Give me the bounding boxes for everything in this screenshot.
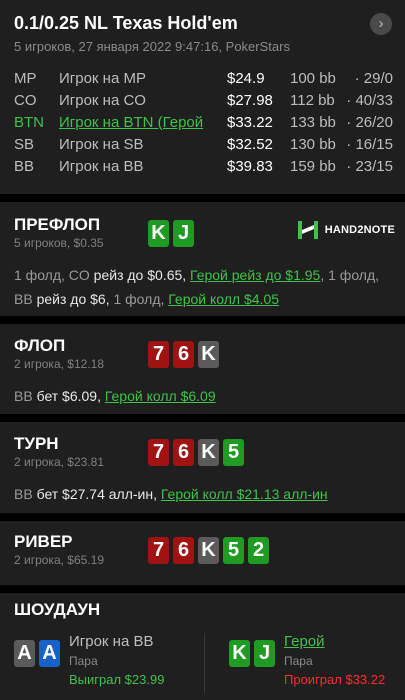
board-cards: 76K xyxy=(148,341,219,368)
showdown-left-cards: AA xyxy=(14,640,60,667)
playing-card: K xyxy=(198,537,219,564)
board-cards: 76K5 xyxy=(148,439,244,466)
player-name: Игрок на CO xyxy=(59,92,146,109)
player-name: Игрок на SB xyxy=(59,136,144,153)
playing-card: 7 xyxy=(148,537,169,564)
hero-action-link[interactable]: Герой рейз до $1.95 xyxy=(190,267,320,283)
showdown-divider xyxy=(204,633,205,693)
action-text: бет $6.09, xyxy=(32,388,105,404)
action-text: BB xyxy=(14,388,33,404)
board-cards: KJ xyxy=(148,220,194,247)
action-text: 1 фолд, xyxy=(14,267,69,283)
preflop-actions: 1 фолд, CO рейз до $0.65, Герой рейз до … xyxy=(14,263,395,311)
player-row: BB Игрок на BB $39.83 159 bb · 23/15 xyxy=(0,158,405,180)
hero-action-link[interactable]: Герой колл $4.05 xyxy=(168,291,279,307)
player-position: MP xyxy=(14,70,37,87)
showdown-right-cards: KJ xyxy=(229,640,275,667)
playing-card: 6 xyxy=(173,341,194,368)
player-stats: · 16/15 xyxy=(346,136,393,153)
street-subtitle: 2 игрока, $23.81 xyxy=(14,455,104,469)
flop-actions: BB бет $6.09, Герой колл $6.09 xyxy=(14,384,395,408)
board-cards: 76K52 xyxy=(148,537,269,564)
showdown-left-result: Выиграл $23.99 xyxy=(69,672,165,687)
player-position: BB xyxy=(14,158,35,175)
playing-card: J xyxy=(254,640,275,667)
player-name[interactable]: Игрок на BTN (Герой xyxy=(59,114,203,131)
player-stats: · 40/33 xyxy=(346,92,393,109)
player-row: MP Игрок на MP $24.9 100 bb · 29/0 xyxy=(0,70,405,92)
playing-card: A xyxy=(39,640,60,667)
player-row: BTN Игрок на BTN (Герой $33.22 133 bb · 26/2… xyxy=(0,114,405,136)
playing-card: K xyxy=(198,341,219,368)
turn-actions: BB бет $27.74 алл-ин, Герой колл $21.13 … xyxy=(14,482,395,506)
player-stack: $32.52 xyxy=(227,136,273,153)
player-stats: · 26/20 xyxy=(346,114,393,131)
player-name: Игрок на MP xyxy=(59,70,146,87)
street-subtitle: 2 игрока, $12.18 xyxy=(14,357,104,371)
chevron-right-icon[interactable]: › xyxy=(370,13,392,35)
hand-subtitle: 5 игроков, 27 января 2022 9:47:16, Poker… xyxy=(14,39,290,54)
action-text: рейз до $6, xyxy=(32,291,114,307)
street-title: ТУРН xyxy=(14,434,59,453)
action-text: , 1 фолд, xyxy=(320,267,380,283)
street-title: РИВЕР xyxy=(14,532,73,551)
player-row: CO Игрок на CO $27.98 112 bb · 40/33 xyxy=(0,92,405,114)
action-text: рейз до $0.65, xyxy=(89,267,191,283)
playing-card: 5 xyxy=(223,537,244,564)
playing-card: K xyxy=(148,220,169,247)
player-name: Игрок на BB xyxy=(59,158,144,175)
player-stats: · 29/0 xyxy=(354,70,393,87)
player-stack-bb: 133 bb xyxy=(290,114,336,131)
action-text: 1 фолд, xyxy=(113,291,169,307)
player-stack: $24.9 xyxy=(227,70,265,87)
playing-card: A xyxy=(14,640,35,667)
player-stack-bb: 130 bb xyxy=(290,136,336,153)
playing-card: 2 xyxy=(248,537,269,564)
hand2note-logo: HAND2NOTE xyxy=(297,219,395,241)
player-row: SB Игрок на SB $32.52 130 bb · 16/15 xyxy=(0,136,405,158)
action-text: BB xyxy=(14,291,33,307)
showdown-right-result: Проиграл $33.22 xyxy=(284,672,386,687)
street-subtitle: 2 игрока, $65.19 xyxy=(14,553,104,567)
player-stack: $27.98 xyxy=(227,92,273,109)
player-position: BTN xyxy=(14,114,44,131)
street-subtitle: 5 игроков, $0.35 xyxy=(14,236,104,250)
playing-card: 5 xyxy=(223,439,244,466)
hero-action-link[interactable]: Герой колл $21.13 алл-ин xyxy=(161,486,328,502)
action-text: BB xyxy=(14,486,33,502)
hand-title: 0.1/0.25 NL Texas Hold'em xyxy=(14,13,238,33)
hand-header: 0.1/0.25 NL Texas Hold'em 5 игроков, 27 … xyxy=(0,0,405,194)
showdown-left-player: Игрок на BB xyxy=(69,633,154,650)
player-stack: $33.22 xyxy=(227,114,273,131)
action-text: CO xyxy=(68,267,90,283)
showdown-right-player-link[interactable]: Герой xyxy=(284,633,325,650)
showdown-right-hand: Пара xyxy=(284,654,313,668)
player-position: SB xyxy=(14,136,35,153)
player-stack-bb: 100 bb xyxy=(290,70,336,87)
action-text: бет $27.74 алл-ин, xyxy=(32,486,161,502)
showdown-title: ШОУДАУН xyxy=(14,600,101,619)
playing-card: 6 xyxy=(173,537,194,564)
player-position: CO xyxy=(14,92,37,109)
street-title: ПРЕФЛОП xyxy=(14,215,101,234)
hand2note-logo-text: HAND2NOTE xyxy=(324,224,395,236)
street-title: ФЛОП xyxy=(14,336,66,355)
playing-card: 6 xyxy=(173,439,194,466)
showdown-left-hand: Пара xyxy=(69,654,98,668)
player-stack-bb: 159 bb xyxy=(290,158,336,175)
playing-card: J xyxy=(173,220,194,247)
playing-card: K xyxy=(229,640,250,667)
player-stack: $39.83 xyxy=(227,158,273,175)
hero-action-link[interactable]: Герой колл $6.09 xyxy=(105,388,216,404)
player-stack-bb: 112 bb xyxy=(290,92,335,109)
hand2note-logo-icon xyxy=(297,219,319,241)
playing-card: K xyxy=(198,439,219,466)
playing-card: 7 xyxy=(148,341,169,368)
playing-card: 7 xyxy=(148,439,169,466)
player-stats: · 23/15 xyxy=(346,158,393,175)
